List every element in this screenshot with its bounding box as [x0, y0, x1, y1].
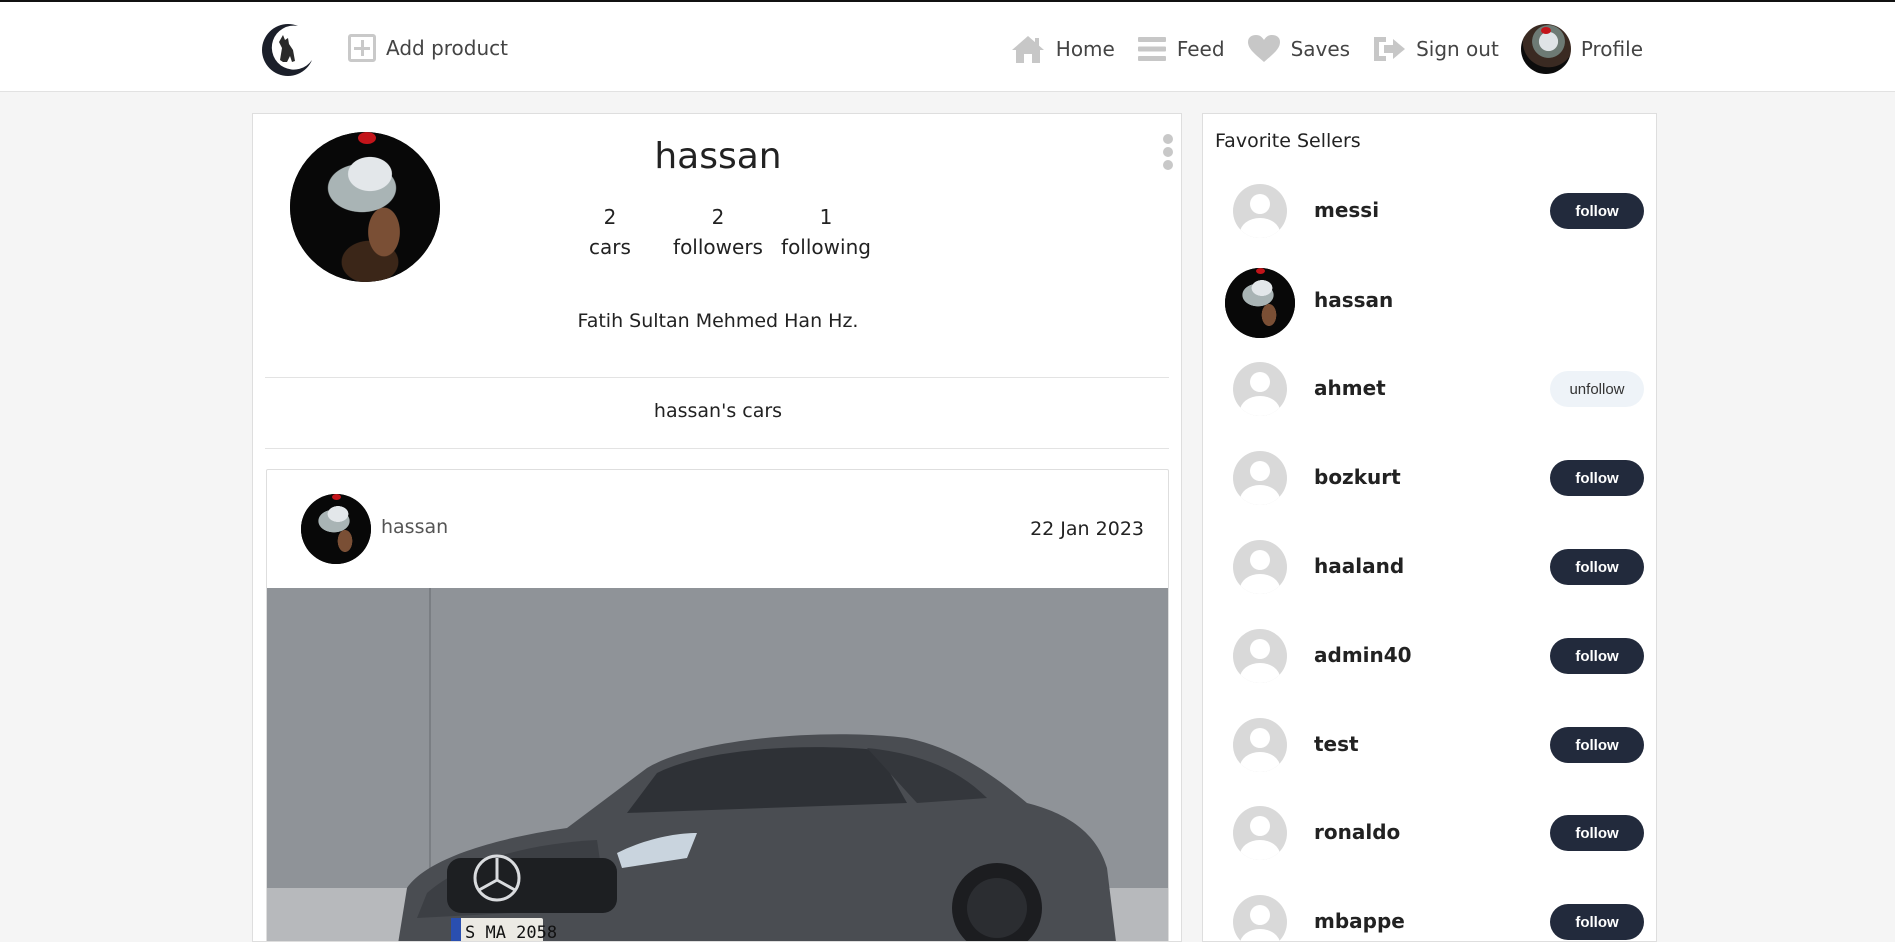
follow-button[interactable]: follow: [1550, 549, 1644, 585]
nav-home[interactable]: Home: [1010, 34, 1115, 64]
profile-stats: 2 cars 2 followers 1 following: [253, 202, 1181, 262]
seller-name[interactable]: messi: [1314, 198, 1379, 222]
divider: [265, 377, 1169, 378]
stat-followers-label: followers: [673, 235, 763, 259]
seller-row: mbappe follow: [1203, 889, 1656, 941]
add-product-button[interactable]: Add product: [348, 32, 508, 64]
seller-row: ronaldo follow: [1203, 800, 1656, 864]
sign-out-icon: [1374, 37, 1406, 61]
nav-saves-label: Saves: [1290, 37, 1351, 61]
default-avatar-icon[interactable]: [1233, 362, 1287, 416]
post-date: 22 Jan 2023: [1030, 518, 1144, 540]
more-options-icon[interactable]: [1161, 134, 1175, 170]
car-post[interactable]: hassan 22 Jan 2023 S MA 2058: [266, 469, 1169, 942]
feed-icon: [1137, 37, 1166, 61]
nav-feed-label: Feed: [1176, 37, 1225, 61]
default-avatar-icon[interactable]: [1233, 895, 1287, 941]
default-avatar-icon[interactable]: [1233, 451, 1287, 505]
stat-cars-label: cars: [589, 235, 631, 259]
seller-name[interactable]: test: [1314, 732, 1359, 756]
nav-sign-out[interactable]: Sign out: [1372, 34, 1499, 64]
default-avatar-icon[interactable]: [1233, 806, 1287, 860]
seller-row: hassan: [1203, 268, 1656, 338]
stat-following[interactable]: 1 following: [772, 202, 880, 262]
top-navbar: Add product Home Feed Saves Sign out Pro…: [0, 0, 1895, 92]
default-avatar-icon[interactable]: [1233, 540, 1287, 594]
seller-row: ahmet unfollow: [1203, 356, 1656, 420]
seller-row: messi follow: [1203, 178, 1656, 242]
unfollow-button[interactable]: unfollow: [1550, 371, 1644, 407]
nav-saves[interactable]: Saves: [1247, 34, 1351, 64]
home-icon: [1011, 36, 1044, 63]
cars-section-title: hassan's cars: [653, 400, 783, 422]
seller-name[interactable]: admin40: [1314, 643, 1412, 667]
profile-bio: Fatih Sultan Mehmed Han Hz.: [577, 310, 859, 332]
default-avatar-icon[interactable]: [1233, 184, 1287, 238]
wolf-moon-logo-icon[interactable]: [258, 20, 316, 78]
add-product-label: Add product: [386, 36, 509, 60]
follow-button[interactable]: follow: [1550, 460, 1644, 496]
heart-icon: [1247, 35, 1280, 62]
seller-name[interactable]: ronaldo: [1314, 820, 1400, 844]
nav-links: Home Feed Saves Sign out Profile: [1010, 22, 1643, 76]
favorite-sellers-title: Favorite Sellers: [1215, 130, 1361, 152]
stat-followers[interactable]: 2 followers: [664, 202, 772, 262]
profile-name: hassan: [654, 136, 782, 177]
stat-cars-value: 2: [603, 205, 617, 229]
divider: [265, 448, 1169, 449]
car-photo[interactable]: S MA 2058: [267, 588, 1168, 942]
seller-name[interactable]: ahmet: [1314, 376, 1386, 400]
stat-cars[interactable]: 2 cars: [556, 202, 664, 262]
seller-row: admin40 follow: [1203, 623, 1656, 687]
post-author-avatar[interactable]: [301, 494, 371, 564]
license-plate: S MA 2058: [465, 923, 557, 942]
avatar: [1520, 24, 1571, 74]
profile-card: hassan 2 cars 2 followers 1 following Fa…: [252, 113, 1182, 942]
follow-button[interactable]: follow: [1550, 727, 1644, 763]
nav-profile-label: Profile: [1580, 37, 1643, 61]
seller-row: haaland follow: [1203, 534, 1656, 598]
plus-square-icon: [348, 34, 376, 62]
nav-feed[interactable]: Feed: [1137, 34, 1225, 64]
follow-button[interactable]: follow: [1550, 904, 1644, 940]
default-avatar-icon[interactable]: [1233, 718, 1287, 772]
follow-button[interactable]: follow: [1550, 638, 1644, 674]
nav-sign-out-label: Sign out: [1416, 37, 1499, 61]
seller-name[interactable]: bozkurt: [1314, 465, 1401, 489]
seller-name[interactable]: hassan: [1314, 288, 1393, 312]
follow-button[interactable]: follow: [1550, 815, 1644, 851]
seller-name[interactable]: haaland: [1314, 554, 1404, 578]
default-avatar-icon[interactable]: [1233, 629, 1287, 683]
stat-followers-value: 2: [711, 205, 725, 229]
stat-following-label: following: [781, 235, 871, 259]
stat-following-value: 1: [819, 205, 833, 229]
favorite-sellers-panel: Favorite Sellers messi follow hassan ahm…: [1202, 113, 1657, 942]
seller-row: bozkurt follow: [1203, 445, 1656, 509]
seller-name[interactable]: mbappe: [1314, 909, 1405, 933]
car-image: S MA 2058: [267, 588, 1168, 942]
post-author-name[interactable]: hassan: [381, 516, 448, 538]
nav-profile[interactable]: Profile: [1520, 24, 1643, 74]
seller-row: test follow: [1203, 712, 1656, 776]
follow-button[interactable]: follow: [1550, 193, 1644, 229]
nav-home-label: Home: [1055, 37, 1115, 61]
seller-avatar[interactable]: [1225, 268, 1295, 338]
